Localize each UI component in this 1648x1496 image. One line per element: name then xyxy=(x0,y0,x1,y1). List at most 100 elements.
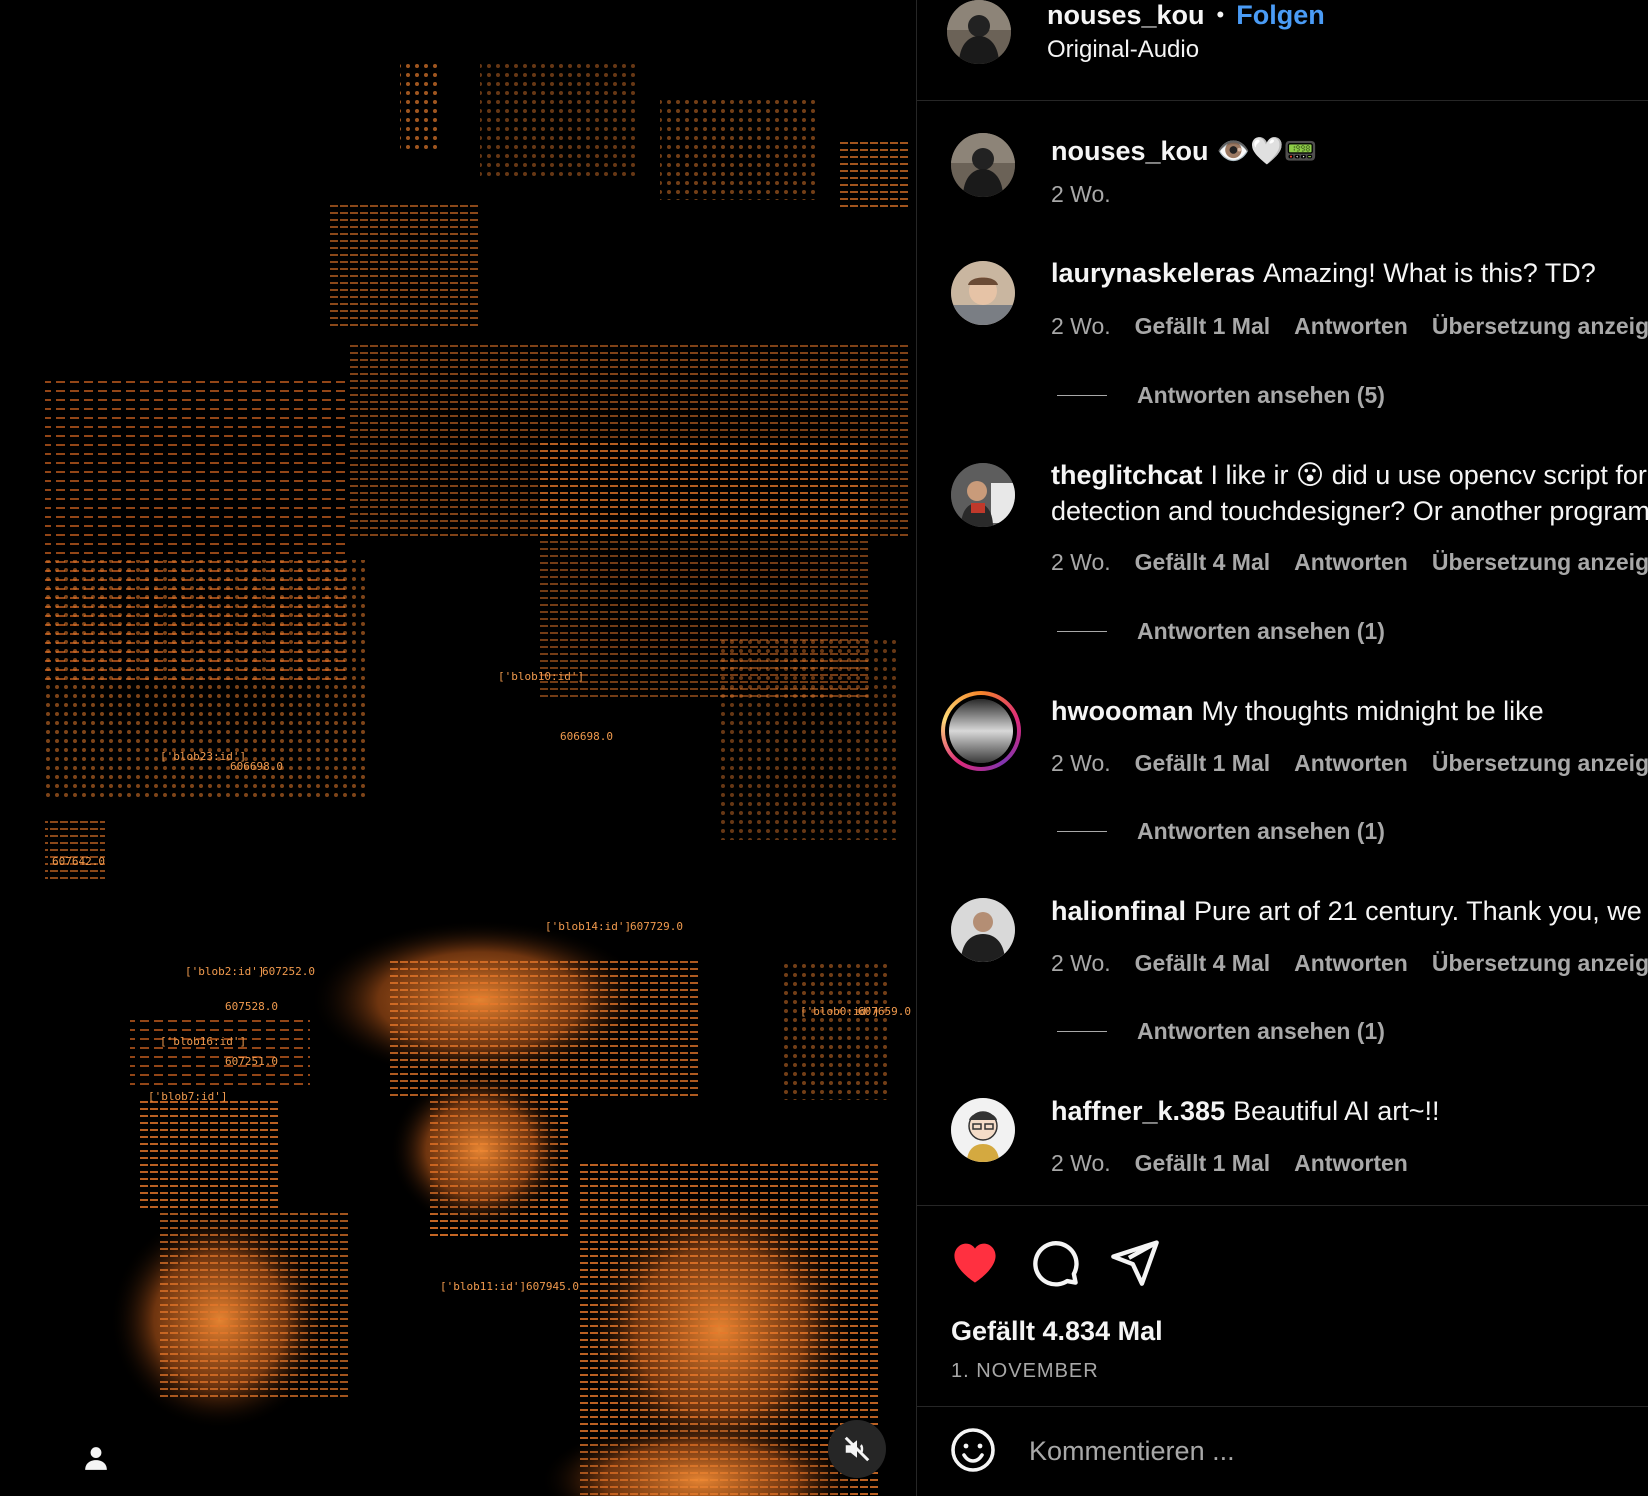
comment-body-continued: detection and touchdesigner? Or another … xyxy=(1051,496,1648,526)
comment-text: hwoooman My thoughts midnight be like xyxy=(1051,693,1648,729)
comment-time[interactable]: 2 Wo. xyxy=(1051,950,1111,977)
author-avatar[interactable] xyxy=(947,0,1011,64)
caption-text: nouses_kou 👁️🤍📟 xyxy=(1051,133,1648,169)
separator-dot: • xyxy=(1216,2,1225,27)
blob-label: ['blob11:id'] xyxy=(440,1280,527,1293)
blob-label: 607528.0 xyxy=(225,1000,278,1013)
heart-filled-icon[interactable] xyxy=(949,1236,1001,1288)
view-replies-button[interactable]: Antworten ansehen (1) xyxy=(1057,818,1385,845)
comment-text: haffner_k.385 Beautiful AI art~!! xyxy=(1051,1093,1648,1129)
comment-username[interactable]: halionfinal xyxy=(1051,896,1186,926)
caption-body: 👁️🤍📟 xyxy=(1216,136,1318,166)
comment-username[interactable]: hwoooman xyxy=(1051,696,1194,726)
comments-list[interactable]: nouses_kou 👁️🤍📟 2 Wo. laurynaskeleras Amaz… xyxy=(917,101,1648,1205)
story-ring[interactable] xyxy=(941,691,1021,771)
comment-time[interactable]: 2 Wo. xyxy=(1051,750,1111,777)
comment-likes[interactable]: Gefällt 1 Mal xyxy=(1135,750,1270,777)
reply-button[interactable]: Antworten xyxy=(1294,549,1408,576)
caption-meta: 2 Wo. xyxy=(1051,181,1111,208)
comment-meta: 2 Wo. Gefällt 4 Mal Antworten Übersetzun… xyxy=(1051,549,1648,576)
mute-toggle-button[interactable] xyxy=(828,1420,886,1478)
comment-time[interactable]: 2 Wo. xyxy=(1051,313,1111,340)
comment-likes[interactable]: Gefällt 1 Mal xyxy=(1135,1150,1270,1177)
comment-username[interactable]: theglitchcat xyxy=(1051,460,1203,490)
comment-likes[interactable]: Gefällt 1 Mal xyxy=(1135,313,1270,340)
user-tags-button[interactable] xyxy=(78,1440,114,1476)
replies-divider xyxy=(1057,1031,1107,1032)
view-replies-label: Antworten ansehen (5) xyxy=(1137,382,1385,408)
reply-button[interactable]: Antworten xyxy=(1294,950,1408,977)
view-replies-label: Antworten ansehen (1) xyxy=(1137,1018,1385,1044)
comment-time[interactable]: 2 Wo. xyxy=(1051,1150,1111,1177)
reply-button[interactable]: Antworten xyxy=(1294,313,1408,340)
replies-divider xyxy=(1057,831,1107,832)
view-replies-button[interactable]: Antworten ansehen (1) xyxy=(1057,618,1385,645)
comment-text: theglitchcat I like ir 😮 did u use opencv… xyxy=(1051,457,1648,493)
comment-body: Amazing! What is this? TD? xyxy=(1263,258,1596,288)
blob-label: ['blob2:id'] xyxy=(185,965,265,978)
caption-time[interactable]: 2 Wo. xyxy=(1051,181,1111,208)
translate-button[interactable]: Übersetzung anzeigen xyxy=(1432,549,1648,576)
comment-likes[interactable]: Gefällt 4 Mal xyxy=(1135,549,1270,576)
comment-username[interactable]: laurynaskeleras xyxy=(1051,258,1255,288)
view-replies-label: Antworten ansehen (1) xyxy=(1137,818,1385,844)
post-sidebar: nouses_kou • Folgen Original-Audio nouse… xyxy=(916,0,1648,1496)
comment-input[interactable] xyxy=(1027,1426,1631,1476)
post-date[interactable]: 1. NOVEMBER xyxy=(951,1360,1099,1383)
header-name-row: nouses_kou • Folgen xyxy=(1047,0,1325,30)
smiley-icon[interactable] xyxy=(949,1426,997,1474)
comment-composer xyxy=(917,1406,1648,1496)
reply-button[interactable]: Antworten xyxy=(1294,1150,1408,1177)
glitch-artwork xyxy=(45,60,910,1496)
post-media[interactable]: ['blob16:id'] 607528.0 ['blob7:id'] 607251.… xyxy=(0,0,916,1496)
blob-label: 607252.0 xyxy=(262,965,315,978)
blob-label: 607642.0 xyxy=(52,855,105,868)
audio-link[interactable]: Original-Audio xyxy=(1047,36,1199,64)
caption-avatar[interactable] xyxy=(951,133,1015,197)
reply-button[interactable]: Antworten xyxy=(1294,750,1408,777)
commenter-avatar xyxy=(949,699,1013,763)
blob-label: 606698.0 xyxy=(560,730,613,743)
paper-plane-icon[interactable] xyxy=(1109,1236,1161,1288)
commenter-avatar[interactable] xyxy=(951,463,1015,527)
comment-likes[interactable]: Gefällt 4 Mal xyxy=(1135,950,1270,977)
speaker-muted-icon xyxy=(844,1436,870,1462)
likes-count[interactable]: Gefällt 4.834 Mal xyxy=(951,1316,1163,1347)
translate-button[interactable]: Übersetzung anzeigen xyxy=(1432,950,1648,977)
comment-username[interactable]: haffner_k.385 xyxy=(1051,1096,1225,1126)
post-actions: Gefällt 4.834 Mal 1. NOVEMBER xyxy=(917,1205,1648,1407)
comment-text: laurynaskeleras Amazing! What is this? TD… xyxy=(1051,255,1648,291)
follow-button[interactable]: Folgen xyxy=(1236,0,1325,31)
blob-label: 607659.0 xyxy=(858,1005,911,1018)
comment-body: My thoughts midnight be like xyxy=(1201,696,1544,726)
speech-bubble-icon[interactable] xyxy=(1029,1236,1081,1288)
comment-meta: 2 Wo. Gefällt 4 Mal Antworten Übersetzun… xyxy=(1051,950,1648,977)
translate-button[interactable]: Übersetzung anzeigen xyxy=(1432,313,1648,340)
comment-body: Pure art of 21 century. Thank you, we xyxy=(1194,896,1642,926)
blob-label: ['blob16:id'] xyxy=(160,1035,247,1048)
comment-text: halionfinal Pure art of 21 century. Thank… xyxy=(1051,893,1648,929)
author-username[interactable]: nouses_kou xyxy=(1047,0,1205,31)
commenter-avatar[interactable] xyxy=(951,261,1015,325)
commenter-avatar[interactable] xyxy=(951,1098,1015,1162)
blob-label: 606698.0 xyxy=(230,760,283,773)
person-icon xyxy=(85,1447,107,1470)
blob-label: ['blob7:id'] xyxy=(148,1090,228,1103)
view-replies-button[interactable]: Antworten ansehen (5) xyxy=(1057,382,1385,409)
comment-meta: 2 Wo. Gefällt 1 Mal Antworten xyxy=(1051,1150,1408,1177)
comment-meta: 2 Wo. Gefällt 1 Mal Antworten Übersetzun… xyxy=(1051,750,1648,777)
view-replies-button[interactable]: Antworten ansehen (1) xyxy=(1057,1018,1385,1045)
commenter-avatar[interactable] xyxy=(951,898,1015,962)
translate-button[interactable]: Übersetzung anzeigen xyxy=(1432,750,1648,777)
comment-meta: 2 Wo. Gefällt 1 Mal Antworten Übersetzun… xyxy=(1051,313,1648,340)
comment-text-line-2: detection and touchdesigner? Or another … xyxy=(1051,493,1648,529)
comment-body: I like ir 😮 did u use opencv script for xyxy=(1210,460,1647,490)
post-header: nouses_kou • Folgen Original-Audio xyxy=(917,0,1648,101)
blob-label: ['blob10:id'] xyxy=(498,670,585,683)
caption-username[interactable]: nouses_kou xyxy=(1051,136,1209,166)
blob-label: ['blob14:id'] xyxy=(545,920,632,933)
blob-label: 607729.0 xyxy=(630,920,683,933)
replies-divider xyxy=(1057,631,1107,632)
replies-divider xyxy=(1057,395,1107,396)
comment-time[interactable]: 2 Wo. xyxy=(1051,549,1111,576)
